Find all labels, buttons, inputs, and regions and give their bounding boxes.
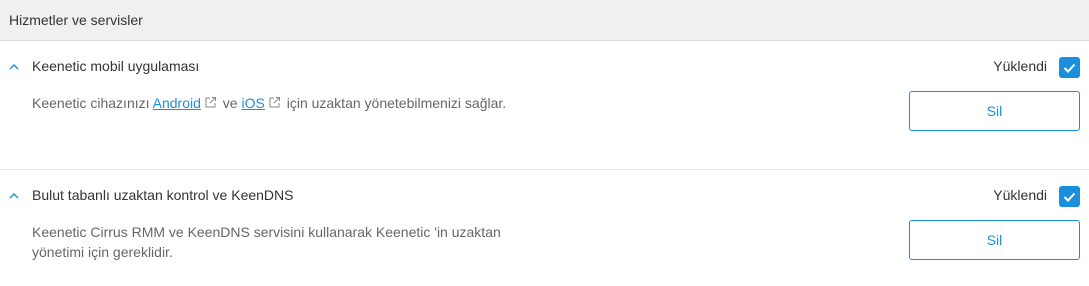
checkmark-icon	[1063, 192, 1076, 202]
external-link-icon	[205, 97, 216, 108]
chevron-up-icon[interactable]	[8, 61, 20, 73]
desc-text: ve	[218, 95, 242, 111]
remove-button[interactable]: Sil	[909, 91, 1080, 131]
status-label: Yüklendi	[993, 58, 1047, 74]
desc-line: Keenetic Cirrus RMM ve KeenDNS servisini…	[32, 224, 501, 240]
ios-link[interactable]: iOS	[241, 95, 264, 111]
section-header: Hizmetler ve servisler	[0, 0, 1089, 41]
item-description: Keenetic cihazınızı Android ve iOS için …	[32, 93, 512, 113]
desc-text: Keenetic cihazınızı	[32, 95, 153, 111]
android-link[interactable]: Android	[153, 95, 201, 111]
chevron-up-icon[interactable]	[8, 190, 20, 202]
remove-button[interactable]: Sil	[909, 220, 1080, 260]
service-item-cloud-keendns: Bulut tabanlı uzaktan kontrol ve KeenDNS…	[0, 170, 1089, 286]
service-item-mobile-app: Keenetic mobil uygulaması Yüklendi Keene…	[0, 41, 1089, 170]
desc-text: için uzaktan yönetebilmenizi sağlar.	[282, 95, 507, 111]
item-title[interactable]: Keenetic mobil uygulaması	[32, 58, 199, 74]
item-description: Keenetic Cirrus RMM ve KeenDNS servisini…	[32, 222, 512, 262]
checkmark-icon	[1063, 63, 1076, 73]
external-link-icon	[269, 97, 280, 108]
desc-line: yönetimi için gereklidir.	[32, 244, 173, 260]
section-title: Hizmetler ve servisler	[9, 12, 143, 28]
item-title[interactable]: Bulut tabanlı uzaktan kontrol ve KeenDNS	[32, 187, 294, 203]
installed-checkbox[interactable]	[1059, 186, 1080, 207]
status-label: Yüklendi	[993, 187, 1047, 203]
installed-checkbox[interactable]	[1059, 57, 1080, 78]
